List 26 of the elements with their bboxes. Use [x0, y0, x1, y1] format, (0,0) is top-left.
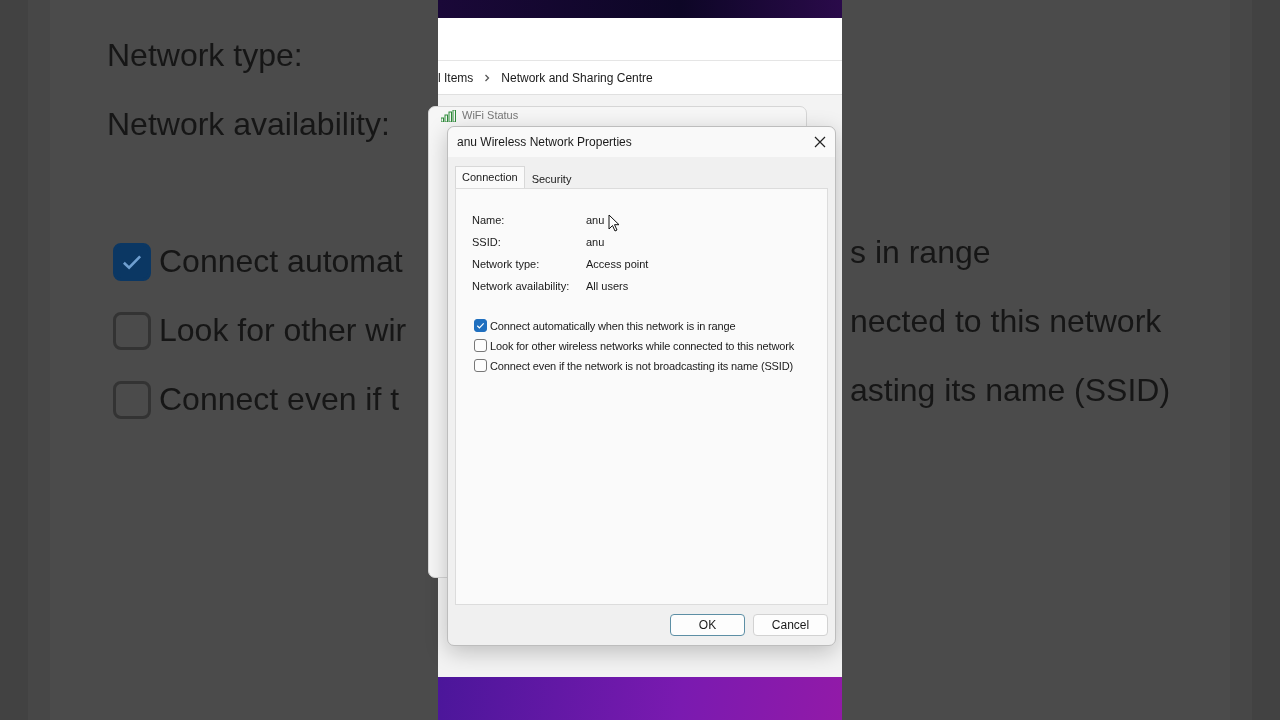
checkbox[interactable] [474, 359, 487, 372]
signal-icon [441, 109, 457, 122]
check-icon [475, 320, 486, 331]
close-icon[interactable] [814, 136, 826, 148]
checkbox-label[interactable]: Connect even if the network is not broadcasting its name (SSID) [490, 359, 793, 372]
breadcrumb-item[interactable]: Network and Sharing Centre [501, 70, 653, 85]
field-label: SSID: [472, 235, 501, 249]
checkbox[interactable] [474, 319, 487, 332]
checkbox[interactable] [474, 339, 487, 352]
window-title: anu Wireless Network Properties [457, 135, 632, 149]
field-label: Network type: [472, 257, 540, 271]
window-title: WiFi Status [462, 109, 519, 122]
field-value: All users [586, 279, 629, 293]
field-value: anu [586, 213, 605, 227]
breadcrumb-item[interactable]: l Items [438, 70, 474, 85]
field-label: Name: [472, 213, 505, 227]
checkbox-label[interactable]: Look for other wireless networks while connected to this network [490, 339, 795, 352]
field-value: Access point [586, 257, 649, 271]
chevron-icon [483, 72, 492, 83]
field-value: anu [586, 235, 605, 249]
tab[interactable]: Connection [455, 166, 525, 188]
field-label: Network availability: [472, 279, 570, 293]
mouse-pointer-icon [608, 214, 620, 232]
dialog-button[interactable]: OK [670, 614, 745, 636]
dialog-button[interactable]: Cancel [753, 614, 828, 636]
checkbox-label[interactable]: Connect automatically when this network is in range [490, 319, 736, 332]
